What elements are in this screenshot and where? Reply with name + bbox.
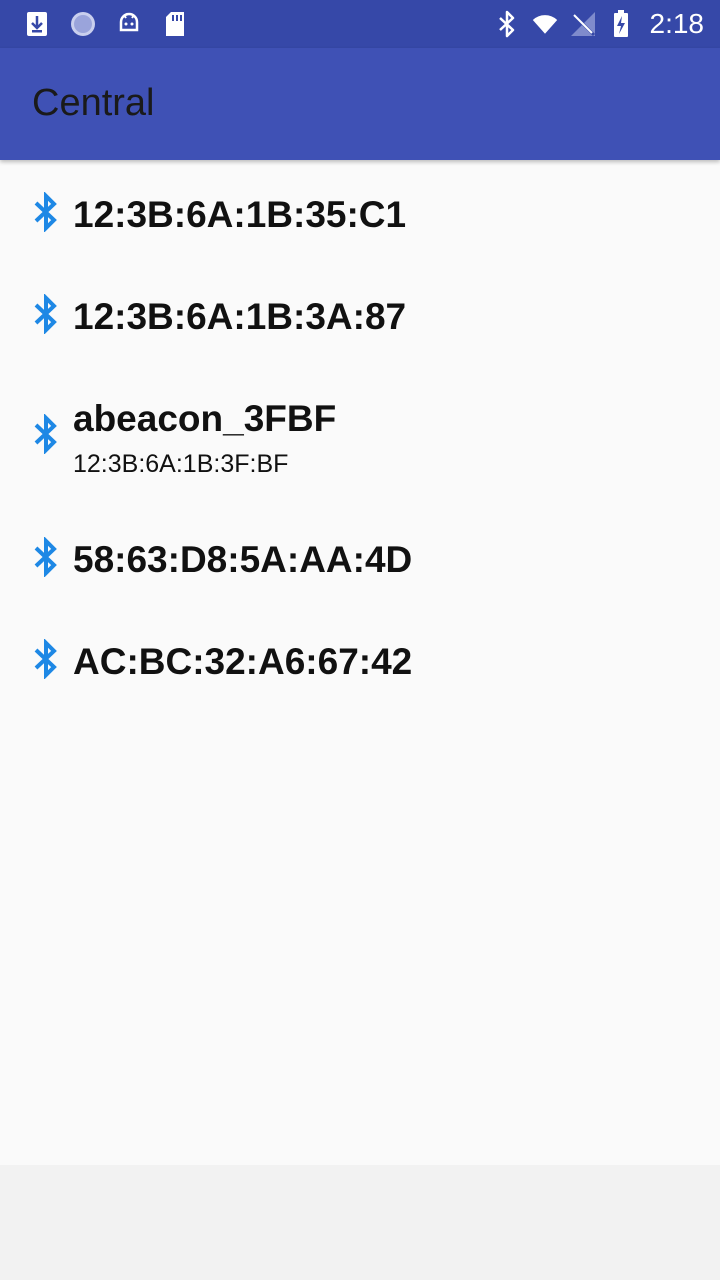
status-bar: 2:18 [0, 0, 720, 48]
bluetooth-icon [494, 10, 520, 38]
device-name: 12:3B:6A:1B:3A:87 [73, 296, 407, 337]
device-name: 58:63:D8:5A:AA:4D [73, 539, 413, 580]
no-signal-icon [570, 11, 596, 37]
bluetooth-icon [32, 413, 60, 455]
device-name: 12:3B:6A:1B:35:C1 [73, 194, 407, 235]
bottom-area [0, 1165, 720, 1280]
device-address: 12:3B:6A:1B:3F:BF [73, 450, 289, 478]
sd-card-icon [162, 11, 188, 37]
bluetooth-icon [32, 536, 60, 578]
status-clock: 2:18 [649, 8, 705, 39]
status-left-icons [24, 0, 208, 48]
status-right-icons: 2:18 [494, 0, 705, 48]
bluetooth-icon [32, 638, 60, 680]
list-item[interactable]: 12:3B:6A:1B:35:C1 [0, 160, 720, 260]
list-item[interactable]: 58:63:D8:5A:AA:4D [0, 505, 720, 605]
list-item[interactable]: 12:3B:6A:1B:3A:87 [0, 262, 720, 362]
wifi-icon [532, 11, 558, 37]
device-name: abeacon_3FBF [73, 398, 337, 439]
list-item[interactable]: abeacon_3FBF 12:3B:6A:1B:3F:BF [0, 364, 720, 494]
bluetooth-icon [32, 293, 60, 335]
list-item[interactable]: AC:BC:32:A6:67:42 [0, 607, 720, 707]
device-list: 12:3B:6A:1B:35:C1 12:3B:6A:1B:3A:87 abea… [0, 160, 720, 1165]
bluetooth-icon [32, 191, 60, 233]
circle-icon [70, 11, 96, 37]
app-title: Central [32, 82, 155, 124]
download-icon [24, 11, 50, 37]
device-name: AC:BC:32:A6:67:42 [73, 641, 413, 682]
android-icon [116, 11, 142, 37]
app-bar: Central [0, 48, 720, 160]
battery-charging-icon [608, 10, 634, 37]
